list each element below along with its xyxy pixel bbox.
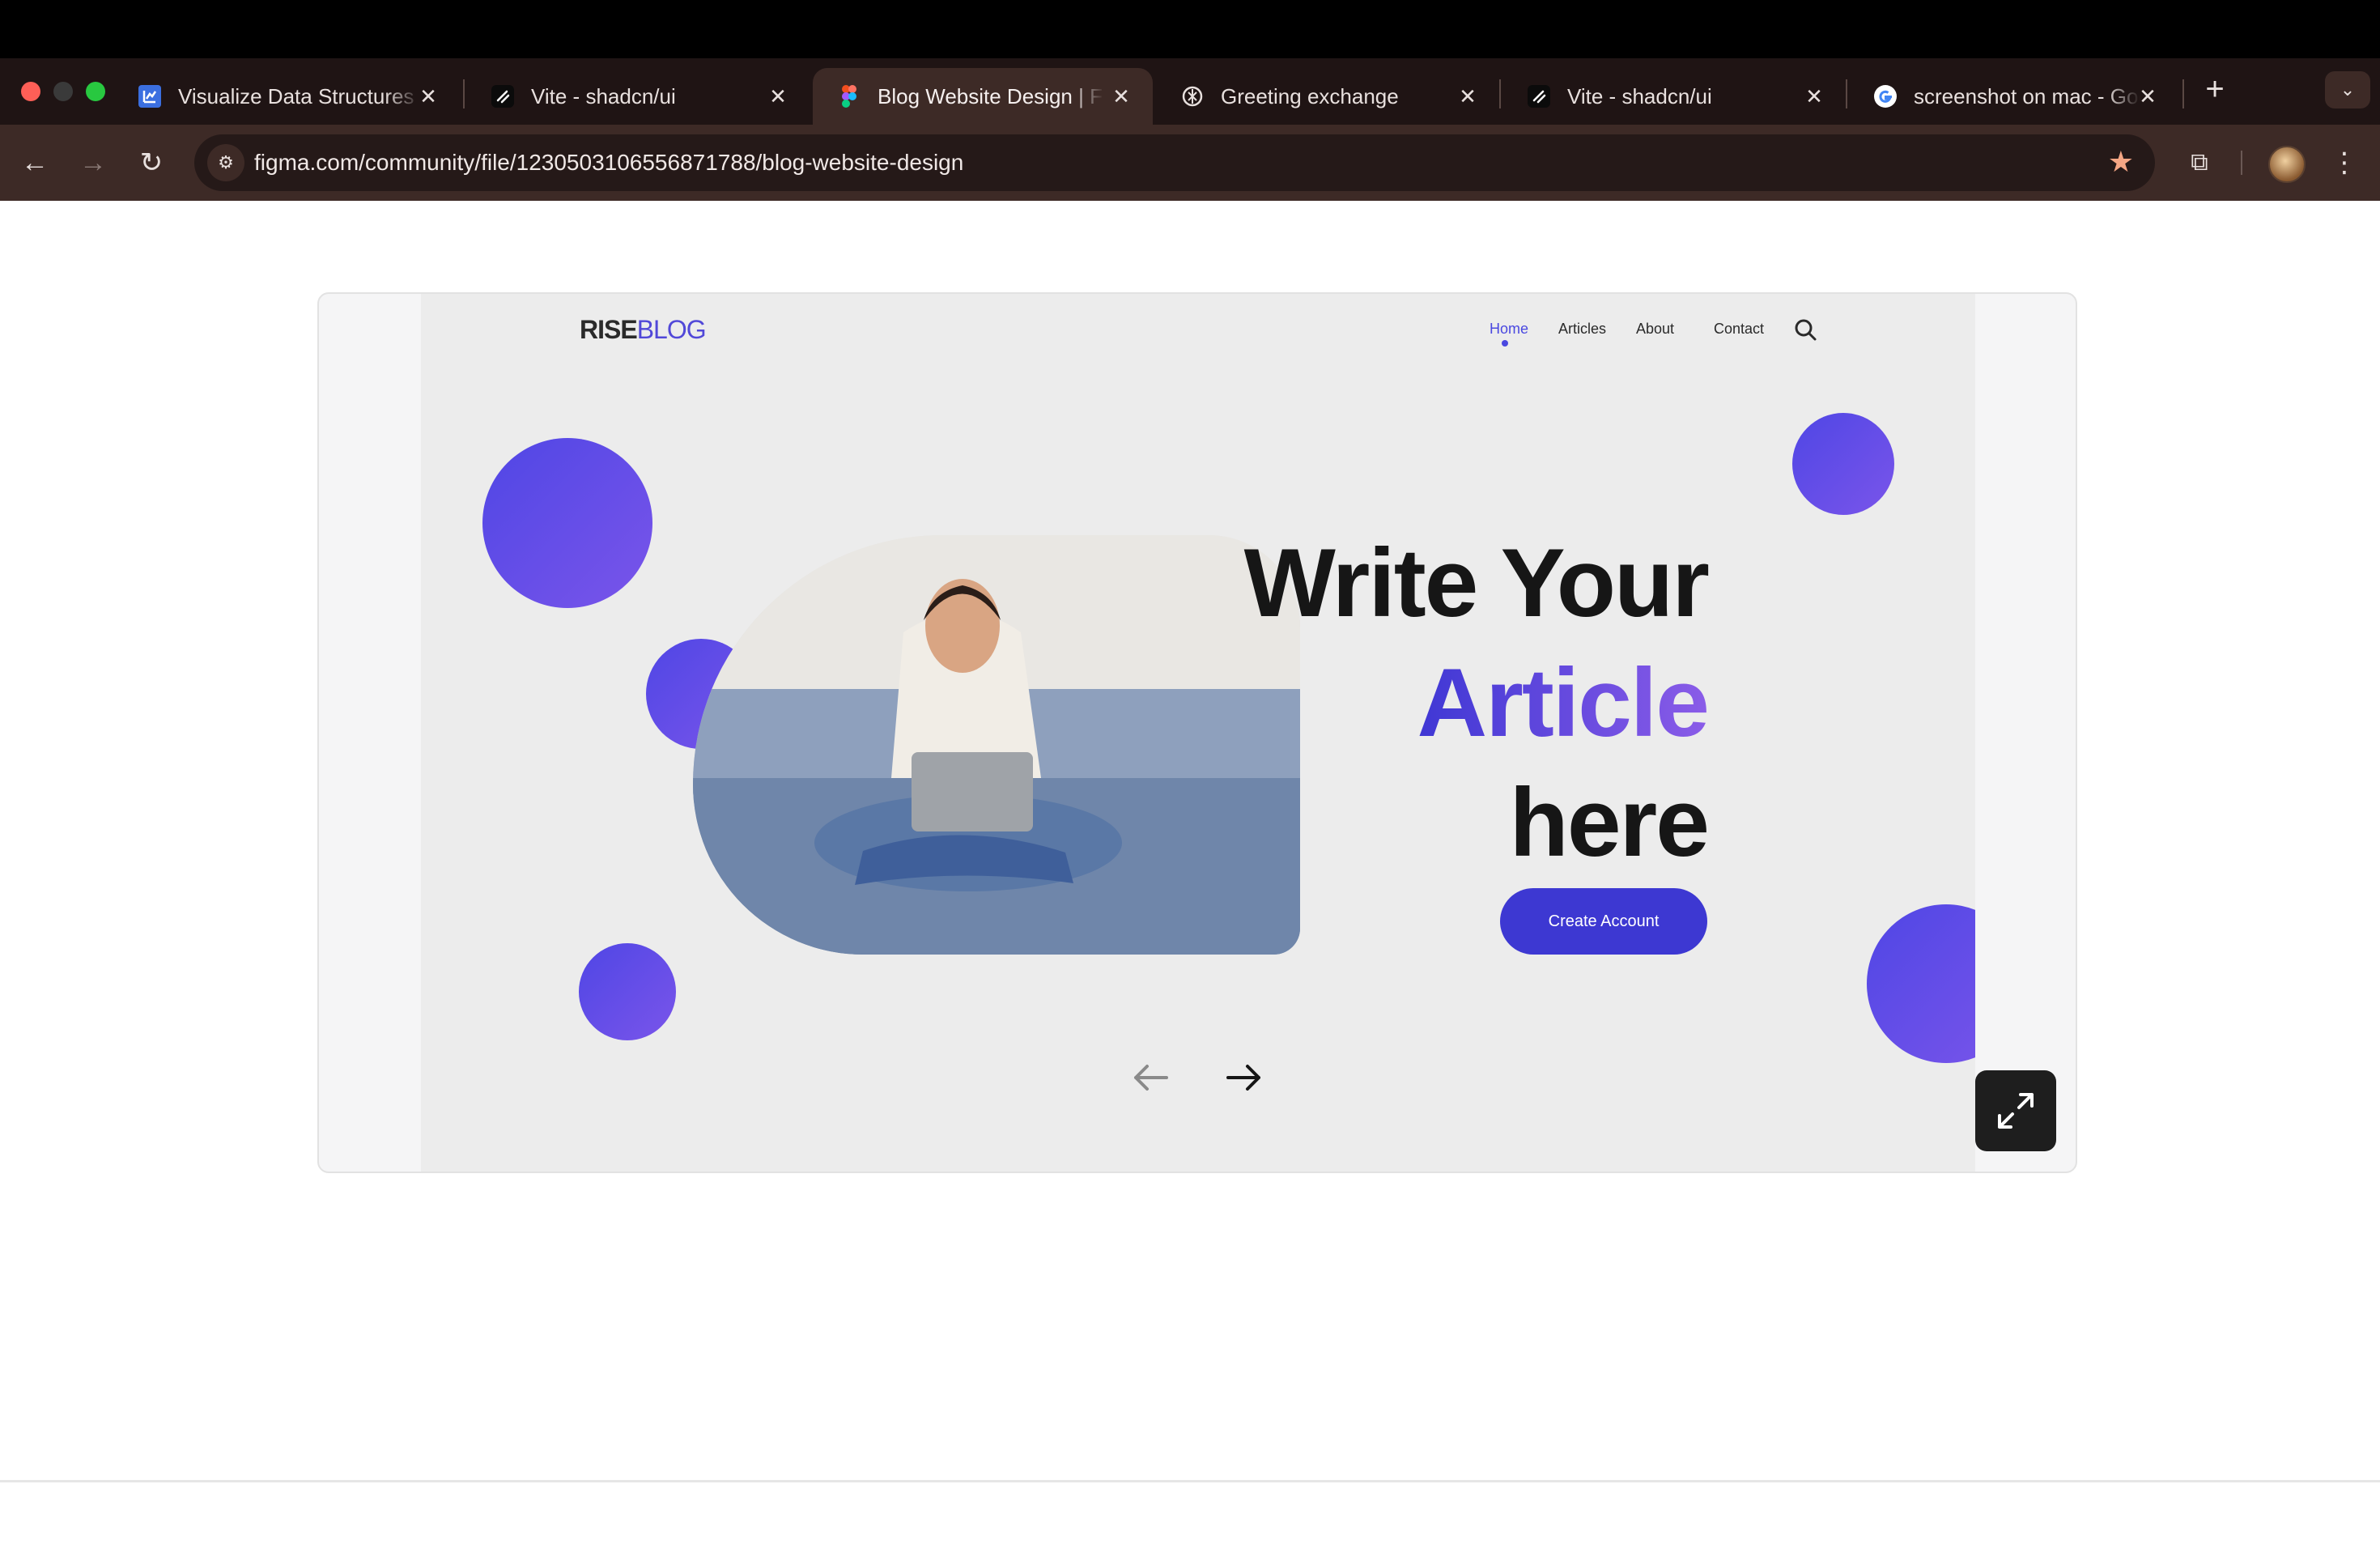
tab-title: screenshot on mac - Google Search [1914, 84, 2140, 108]
nav-about[interactable]: About [1636, 320, 1674, 338]
headline-line-2: Article [1417, 649, 1710, 757]
decorative-circle [1867, 904, 1975, 1063]
tab-title: Greeting exchange [1221, 84, 1399, 108]
figma-favicon-icon [842, 85, 856, 108]
tab-greeting-exchange[interactable]: Greeting exchange ✕ [1156, 68, 1499, 125]
tab-vite-shadcn[interactable]: Vite - shadcn/ui ✕ [466, 68, 810, 125]
tab-title: Blog Website Design | Figma [878, 84, 1104, 108]
tab-visualize-data-structures[interactable]: Visualize Data Structures ✕ [113, 68, 460, 125]
next-arrow-icon[interactable] [1222, 1055, 1267, 1100]
tab-title: Vite - shadcn/ui [1567, 84, 1712, 108]
google-favicon-icon [1874, 85, 1897, 108]
tab-vite-shadcn-2[interactable]: Vite - shadcn/ui ✕ [1502, 68, 1846, 125]
bookmark-star-icon[interactable]: ★ [2108, 146, 2134, 178]
decorative-circle [1792, 413, 1894, 515]
expand-preview-button[interactable] [1975, 1070, 2056, 1151]
url-text[interactable]: figma.com/community/file/123050310655687… [254, 150, 963, 176]
tab-separator [1846, 79, 1847, 108]
tab-title: Visualize Data Structures [178, 84, 414, 108]
nav-home[interactable]: Home [1490, 320, 1528, 338]
hero-photo-illustration [693, 535, 1300, 955]
close-tab-icon[interactable]: ✕ [1107, 83, 1135, 110]
riseblog-logo: RISEBLOG [580, 313, 707, 346]
tab-separator [463, 79, 465, 108]
tab-title: Vite - shadcn/ui [531, 84, 676, 108]
nav-articles[interactable]: Articles [1558, 320, 1606, 338]
profile-avatar[interactable] [2268, 146, 2306, 183]
extensions-puzzle-icon[interactable]: ⧉ [2181, 144, 2218, 181]
logo-rise: RISE [580, 315, 638, 344]
search-icon[interactable] [1792, 317, 1818, 342]
maximize-window-button[interactable] [86, 82, 105, 101]
macos-menu-bar [0, 0, 2380, 58]
expand-arrows-icon [1998, 1093, 2034, 1129]
hero-photo-woman-with-laptop [693, 535, 1300, 955]
headline-line-1: Write Your [1243, 529, 1710, 637]
shadcn-favicon-icon [1528, 85, 1550, 108]
tab-blog-website-design[interactable]: Blog Website Design | Figma ✕ [813, 68, 1153, 125]
address-bar[interactable]: ⚙ figma.com/community/file/1230503106556… [194, 134, 2155, 191]
create-account-button[interactable]: Create Account [1500, 888, 1707, 955]
close-window-button[interactable] [21, 82, 40, 101]
visualizer-favicon-icon [138, 85, 161, 108]
tab-search-chevron-icon[interactable]: ⌄ [2325, 71, 2370, 108]
design-canvas: RISEBLOG Home Articles About Contact Wri… [421, 294, 1975, 1172]
toolbar-separator [2241, 151, 2242, 175]
chatgpt-favicon-icon [1182, 86, 1203, 107]
active-nav-indicator [1502, 340, 1508, 347]
minimize-window-button[interactable] [53, 82, 73, 101]
logo-blog: BLOG [636, 315, 707, 344]
tab-google-search[interactable]: screenshot on mac - Google Search ✕ [1849, 68, 2179, 125]
decorative-circle [579, 943, 676, 1040]
decorative-circle [482, 438, 652, 608]
forward-arrow-icon[interactable]: → [74, 144, 112, 181]
new-tab-plus-icon[interactable]: + [2199, 73, 2231, 105]
shadcn-favicon-icon [491, 85, 514, 108]
site-settings-icon[interactable]: ⚙ [207, 144, 244, 181]
tab-separator [2182, 79, 2184, 108]
headline-line-3: here [1509, 768, 1710, 877]
design-preview-frame: RISEBLOG Home Articles About Contact Wri… [317, 292, 2077, 1173]
close-tab-icon[interactable]: ✕ [1800, 83, 1828, 110]
tab-separator [1499, 79, 1501, 108]
close-tab-icon[interactable]: ✕ [1454, 83, 1481, 110]
close-tab-icon[interactable]: ✕ [414, 83, 442, 110]
section-divider [0, 1480, 2380, 1482]
close-tab-icon[interactable]: ✕ [2134, 83, 2161, 110]
nav-contact[interactable]: Contact [1714, 320, 1764, 338]
reload-icon[interactable]: ↻ [133, 144, 170, 181]
back-arrow-icon[interactable]: ← [16, 144, 53, 181]
browser-menu-icon[interactable]: ⋮ [2328, 144, 2361, 181]
previous-arrow-icon[interactable] [1128, 1055, 1173, 1100]
close-tab-icon[interactable]: ✕ [764, 83, 792, 110]
